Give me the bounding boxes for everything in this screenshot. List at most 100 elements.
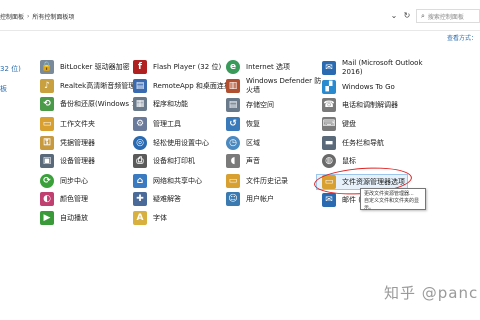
item-keyboard[interactable]: ⌨ 键盘 <box>322 115 356 133</box>
item-region[interactable]: ◷ 区域 <box>226 134 260 152</box>
remoteapp-icon: ▤ <box>133 79 147 93</box>
backup-icon: ⟲ <box>40 97 54 111</box>
device-manager-icon: ▣ <box>40 154 54 168</box>
item-label: 设备管理器 <box>60 156 95 165</box>
ease-of-access-icon: ◎ <box>133 136 147 150</box>
item-label: 32 位) <box>0 64 21 73</box>
item-label: Windows To Go <box>342 82 395 91</box>
storage-icon: ▤ <box>226 98 240 112</box>
item-label: RemoteApp 和桌面连接 <box>153 81 231 90</box>
item-label: Flash Player (32 位) <box>153 62 222 71</box>
flash-icon: f <box>133 60 147 74</box>
firewall-icon: ▥ <box>226 79 240 93</box>
item-label: 存储空间 <box>246 100 274 109</box>
item-troubleshooting[interactable]: ✚ 疑难解答 <box>133 190 181 208</box>
item-label: 同步中心 <box>60 176 88 185</box>
item-label: BitLocker 驱动器加密 <box>60 62 130 71</box>
font-icon: A <box>133 211 147 225</box>
item-recovery[interactable]: ↺ 恢复 <box>226 115 260 133</box>
search-placeholder: 搜索控制面板 <box>427 13 464 21</box>
dropdown-icon[interactable]: ⌄ <box>388 9 400 21</box>
watermark: 知乎 @panc <box>384 284 479 302</box>
search-icon: ⌕ <box>421 11 425 20</box>
breadcrumb-item-all-items[interactable]: 所有控制面板项 <box>32 12 74 21</box>
item-devices-printers[interactable]: ⎙ 设备和打印机 <box>133 152 195 170</box>
breadcrumb-item-control-panel[interactable]: 控制面板 <box>0 12 24 21</box>
sync-icon: ⟳ <box>40 174 54 188</box>
item-label: 区域 <box>246 138 260 147</box>
item-network-sharing[interactable]: ⌂ 网络和共享中心 <box>133 172 202 190</box>
credential-icon: ⚿ <box>40 136 54 150</box>
address-bar: 控制面板 › 所有控制面板项 ⌄ ↻ ⌕ 搜索控制面板 <box>0 0 480 31</box>
bitlocker-icon: 🔒 <box>40 60 54 74</box>
item-label: 板 <box>0 84 7 93</box>
item-backup-restore[interactable]: ⟲ 备份和还原(Windows 7) <box>40 95 138 113</box>
list-item[interactable]: 32 位) <box>0 60 21 78</box>
recovery-icon: ↺ <box>226 117 240 131</box>
troubleshoot-icon: ✚ <box>133 192 147 206</box>
item-remoteapp[interactable]: ▤ RemoteApp 和桌面连接 <box>133 77 231 95</box>
item-sync-center[interactable]: ⟳ 同步中心 <box>40 172 88 190</box>
item-work-folders[interactable]: ▭ 工作文件夹 <box>40 115 95 133</box>
item-autoplay[interactable]: ▶ 自动播放 <box>40 209 88 227</box>
keyboard-icon: ⌨ <box>322 117 336 131</box>
mail-icon: ✉ <box>322 61 336 75</box>
tooltip-line2: 自定义文件和文件夹的显示。 <box>364 198 420 211</box>
mouse-icon: ◍ <box>322 154 336 168</box>
item-label: Realtek高清晰音频管理器 <box>60 81 143 90</box>
item-label: 疑难解答 <box>153 194 181 203</box>
tooltip-line1: 更改文件资源管理器... <box>364 191 414 197</box>
item-internet-options[interactable]: e Internet 选项 <box>226 58 290 76</box>
phone-icon: ☎ <box>322 98 336 112</box>
item-defender-firewall[interactable]: ▥ Windows Defender 防火墙 <box>226 75 326 97</box>
file-history-icon: ▭ <box>226 174 240 188</box>
item-color-management[interactable]: ◐ 颜色管理 <box>40 190 88 208</box>
item-flash-player[interactable]: f Flash Player (32 位) <box>133 58 221 76</box>
item-label: 网络和共享中心 <box>153 176 202 185</box>
item-label: 轻松使用设置中心 <box>153 138 209 147</box>
item-storage-spaces[interactable]: ▤ 存储空间 <box>226 96 274 114</box>
item-ease-of-access[interactable]: ◎ 轻松使用设置中心 <box>133 134 209 152</box>
speaker-icon: ♪ <box>40 79 54 93</box>
mail32-icon: ✉ <box>322 193 336 207</box>
item-device-manager[interactable]: ▣ 设备管理器 <box>40 152 95 170</box>
refresh-icon[interactable]: ↻ <box>401 9 413 21</box>
item-mouse[interactable]: ◍ 鼠标 <box>322 152 356 170</box>
item-label: 颜色管理 <box>60 194 88 203</box>
item-label: 工作文件夹 <box>60 119 95 128</box>
item-label: 鼠标 <box>342 156 356 165</box>
item-label: 键盘 <box>342 119 356 128</box>
item-label: 自动播放 <box>60 213 88 222</box>
item-label: 恢复 <box>246 119 260 128</box>
item-bitlocker[interactable]: 🔒 BitLocker 驱动器加密 <box>40 58 130 76</box>
item-label: 程序和功能 <box>153 99 188 108</box>
taskbar-icon: ▬ <box>322 136 336 150</box>
item-label: 任务栏和导航 <box>342 138 384 147</box>
tooltip: 更改文件资源管理器... 自定义文件和文件夹的显示。 <box>360 188 426 211</box>
item-credential-manager[interactable]: ⚿ 凭据管理器 <box>40 134 95 152</box>
item-file-history[interactable]: ▭ 文件历史记录 <box>226 172 288 190</box>
item-mail-outlook[interactable]: ✉ Mail (Microsoft Outlook 2016) <box>322 57 432 79</box>
list-item[interactable]: 板 <box>0 80 7 98</box>
item-fonts[interactable]: A 字体 <box>133 209 167 227</box>
autoplay-icon: ▶ <box>40 211 54 225</box>
item-windows-to-go[interactable]: ▞ Windows To Go <box>322 78 395 96</box>
item-user-accounts[interactable]: ☺ 用户帐户 <box>226 190 274 208</box>
color-icon: ◐ <box>40 192 54 206</box>
chevron-right-icon: › <box>27 12 30 20</box>
item-programs-features[interactable]: ▦ 程序和功能 <box>133 95 188 113</box>
item-sound[interactable]: ◖ 声音 <box>226 152 260 170</box>
item-label: 字体 <box>153 213 167 222</box>
item-label: 用户帐户 <box>246 194 274 203</box>
item-taskbar-navigation[interactable]: ▬ 任务栏和导航 <box>322 134 384 152</box>
item-label: 电话和调制解调器 <box>342 100 398 109</box>
item-label: 管理工具 <box>153 119 181 128</box>
item-admin-tools[interactable]: ⚙ 管理工具 <box>133 115 181 133</box>
view-mode-label[interactable]: 查看方式： <box>447 33 477 42</box>
item-phone-modem[interactable]: ☎ 电话和调制解调器 <box>322 96 398 114</box>
search-input[interactable]: ⌕ 搜索控制面板 <box>416 9 480 23</box>
programs-icon: ▦ <box>133 97 147 111</box>
item-realtek-audio[interactable]: ♪ Realtek高清晰音频管理器 <box>40 77 142 95</box>
printer-icon: ⎙ <box>133 154 147 168</box>
item-label: 文件历史记录 <box>246 176 288 185</box>
